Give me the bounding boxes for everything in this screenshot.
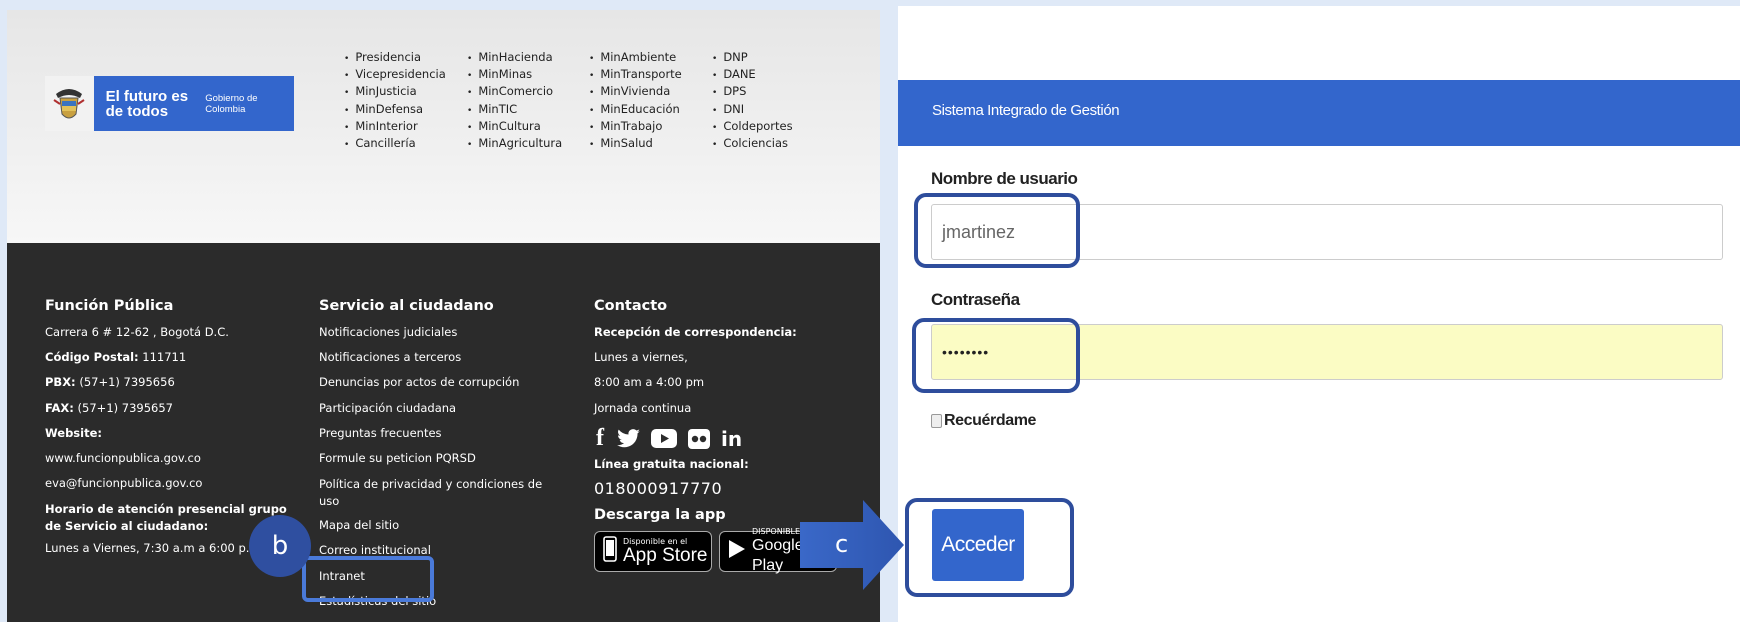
pbx-row: PBX: (57+1) 7395656 xyxy=(45,375,295,400)
phone-icon xyxy=(603,536,617,566)
email-link[interactable]: eva@funcionpublica.gov.co xyxy=(45,476,295,501)
password-label: Contraseña xyxy=(931,290,1020,309)
servicio-link[interactable]: Formule su peticion PQRSD xyxy=(319,451,569,476)
servicio-link[interactable]: Denuncias por actos de corrupción xyxy=(319,375,569,400)
ministry-link[interactable]: MinJusticia xyxy=(344,83,446,100)
ministry-link[interactable]: Colciencias xyxy=(712,135,793,152)
pbx-label: PBX: xyxy=(45,375,76,390)
logo-slogan: El futuro es de todos xyxy=(105,87,189,120)
app-title-bar: Sistema Integrado de Gestión xyxy=(898,80,1740,146)
username-label: Nombre de usuario xyxy=(931,169,1078,188)
twitter-icon[interactable] xyxy=(617,429,640,448)
pbx-value: (57+1) 7395656 xyxy=(75,375,175,390)
footer: Función Pública Carrera 6 # 12-62 , Bogo… xyxy=(7,243,880,622)
reception-hours: 8:00 am a 4:00 pm xyxy=(594,375,705,390)
website-row: Website: xyxy=(45,426,295,451)
ministries-column-3: MinAmbiente MinTransporte MinVivienda Mi… xyxy=(589,49,682,152)
toll-free-label: Línea gratuita nacional: xyxy=(594,456,749,471)
fax-label: FAX: xyxy=(45,400,74,415)
contacto-title: Contacto xyxy=(594,298,668,314)
flickr-icon[interactable] xyxy=(688,428,710,449)
servicio-title: Servicio al ciudadano xyxy=(319,298,494,314)
ministries-column-1: Presidencia Vicepresidencia MinJusticia … xyxy=(344,49,446,152)
reception-days: Lunes a viernes, xyxy=(594,350,688,365)
ministries-column-4: DNP DANE DPS DNI Coldeportes Colciencias xyxy=(712,49,793,152)
facebook-icon[interactable]: f xyxy=(594,425,606,452)
postal-row: Código Postal: 111711 xyxy=(45,350,295,375)
ministry-link[interactable]: MinEducación xyxy=(589,101,682,118)
ministry-link[interactable]: DANE xyxy=(712,66,793,83)
app-store-big: App Store xyxy=(623,544,708,566)
username-highlight xyxy=(914,193,1080,268)
logo-gobierno: Gobierno de Colombia xyxy=(205,92,258,115)
ministry-link[interactable]: MinHacienda xyxy=(467,49,562,66)
ministry-link[interactable]: Cancillería xyxy=(344,135,446,152)
ministry-link[interactable]: MinCultura xyxy=(467,118,562,135)
ministry-link[interactable]: MinAgricultura xyxy=(467,135,562,152)
ministry-link[interactable]: Vicepresidencia xyxy=(344,66,445,83)
youtube-icon[interactable] xyxy=(651,429,677,449)
ministry-link[interactable]: MinInterior xyxy=(344,118,446,135)
ministry-link[interactable]: MinTIC xyxy=(467,101,562,118)
funcion-publica-page: El futuro es de todos Gobierno de Colomb… xyxy=(7,10,880,622)
app-store-badge[interactable]: Disponible en el App Store xyxy=(594,530,712,572)
ministry-link[interactable]: MinComercio xyxy=(467,83,562,100)
annotation-b: b xyxy=(249,515,311,577)
remember-label: Recuérdame xyxy=(944,412,1037,429)
linkedin-icon[interactable]: in xyxy=(721,427,742,451)
play-icon xyxy=(728,539,746,563)
intranet-highlight xyxy=(302,556,434,602)
ministry-link[interactable]: DNI xyxy=(712,101,793,118)
gobierno-logo[interactable]: El futuro es de todos Gobierno de Colomb… xyxy=(45,76,294,131)
ministries-column-2: MinHacienda MinMinas MinComercio MinTIC … xyxy=(467,49,562,152)
ministry-link[interactable]: MinTrabajo xyxy=(589,118,682,135)
website-label: Website: xyxy=(45,425,102,440)
servicio-link[interactable]: Participación ciudadana xyxy=(319,401,569,426)
ministry-link[interactable]: MinDefensa xyxy=(344,101,446,118)
fax-value: (57+1) 7395657 xyxy=(73,400,173,415)
arrow-right-icon xyxy=(800,500,904,590)
reception-shift: Jornada continua xyxy=(594,400,692,415)
postal-value: 111711 xyxy=(138,350,187,365)
funcion-title: Función Pública xyxy=(45,298,174,314)
colombia-crest-icon xyxy=(45,76,94,131)
annotation-c-label: c xyxy=(835,530,849,558)
fax-row: FAX: (57+1) 7395657 xyxy=(45,401,295,426)
remember-checkbox[interactable] xyxy=(931,414,942,428)
acceder-highlight xyxy=(905,498,1074,597)
password-highlight xyxy=(912,318,1080,393)
servicio-link[interactable]: Preguntas frecuentes xyxy=(319,426,569,451)
ministry-link[interactable]: DNP xyxy=(712,49,793,66)
servicio-link[interactable]: Mapa del sitio xyxy=(319,518,569,543)
ministry-link[interactable]: MinAmbiente xyxy=(589,49,682,66)
social-links: f in xyxy=(594,421,864,457)
website-link[interactable]: www.funcionpublica.gov.co xyxy=(45,451,295,476)
remember-me[interactable]: Recuérdame xyxy=(931,412,1036,430)
ministry-link[interactable]: MinSalud xyxy=(589,135,682,152)
ministry-link[interactable]: MinTransporte xyxy=(589,66,681,83)
ministry-link[interactable]: MinMinas xyxy=(467,66,562,83)
top-header: El futuro es de todos Gobierno de Colomb… xyxy=(7,10,880,243)
ministry-link[interactable]: DPS xyxy=(712,83,793,100)
servicio-link[interactable]: Notificaciones judiciales xyxy=(319,325,569,350)
annotation-c-arrow: c xyxy=(800,500,904,590)
address: Carrera 6 # 12-62 , Bogotá D.C. xyxy=(45,325,229,339)
ministry-link[interactable]: Coldeportes xyxy=(712,118,792,135)
servicio-link[interactable]: Notificaciones a terceros xyxy=(319,350,569,375)
reception-label: Recepción de correspondencia: xyxy=(594,325,797,339)
servicio-link[interactable]: Política de privacidad y condiciones de … xyxy=(319,476,564,518)
ministry-link[interactable]: Presidencia xyxy=(344,49,446,66)
ministry-link[interactable]: MinVivienda xyxy=(589,83,682,100)
postal-label: Código Postal: xyxy=(45,350,139,365)
